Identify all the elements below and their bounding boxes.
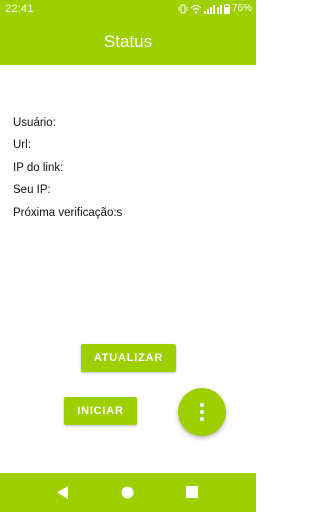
battery-percent: 76% [231, 3, 252, 14]
recents-icon[interactable] [186, 486, 198, 498]
status-time: 22:41 [5, 3, 34, 15]
proxima-verificacao-label: Próxima verificação:s [13, 207, 123, 219]
page-title: Status [103, 32, 153, 51]
home-icon[interactable] [121, 486, 134, 499]
signal-icon [203, 4, 222, 14]
vibrate-icon [178, 4, 188, 14]
status-bar: 22:41 76% [0, 0, 256, 20]
atualizar-button[interactable]: ATUALIZAR [81, 344, 176, 372]
url-label: Url: [13, 139, 31, 151]
status-icons: 76% [178, 3, 252, 14]
usuario-label: Usuário: [13, 117, 56, 129]
iniciar-button[interactable]: INICIAR [64, 397, 137, 425]
more-options-fab[interactable] [178, 388, 226, 436]
wifi-icon [190, 4, 202, 14]
seu-ip-label: Seu IP: [13, 184, 51, 196]
battery-icon [223, 3, 230, 14]
back-icon[interactable] [57, 486, 69, 499]
navigation-bar [0, 473, 256, 512]
app-bar: Status [0, 20, 256, 65]
ip-link-label: IP do link: [13, 162, 64, 174]
